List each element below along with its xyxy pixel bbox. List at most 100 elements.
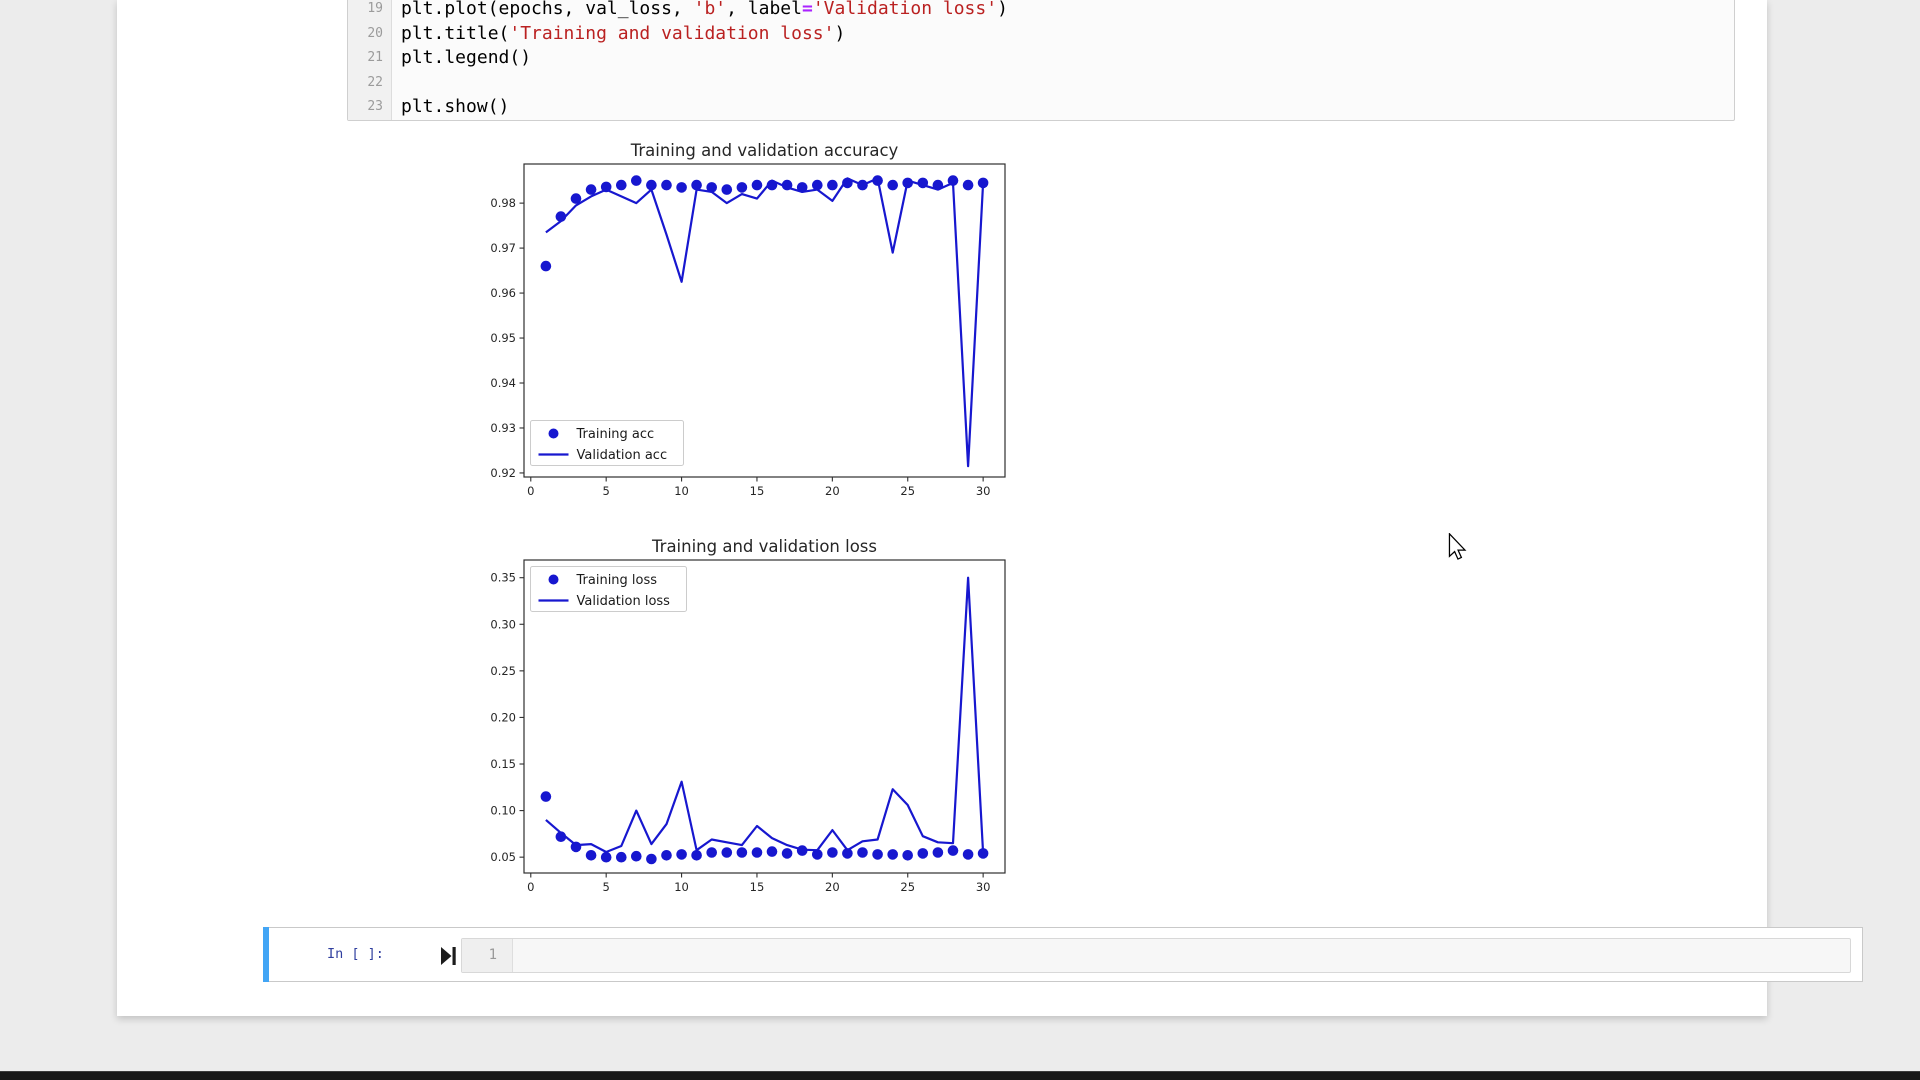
training-scatter-point [782,848,793,859]
y-tick-label: 0.95 [490,331,516,345]
empty-cell-code-input[interactable]: 1 [461,938,1851,973]
training-scatter-point [616,852,627,863]
code-token: plt.plot(epochs, val_loss, [401,0,694,19]
training-scatter-point [661,180,672,191]
training-scatter-point [661,850,672,861]
x-tick-label: 30 [976,484,991,498]
x-tick-label: 30 [976,880,991,894]
accuracy-chart: Training and validation accuracy05101520… [467,134,1027,516]
chart-title: Training and validation accuracy [630,141,899,160]
training-scatter-point [767,846,778,857]
training-scatter-point [737,182,748,193]
x-tick-label: 5 [603,880,610,894]
x-tick-label: 0 [527,484,534,498]
training-scatter-point [691,850,702,861]
x-tick-label: 15 [750,880,765,894]
code-line[interactable]: plt.show() [392,95,1734,120]
code-line[interactable]: plt.legend() [392,46,1734,71]
training-scatter-point [616,180,627,191]
x-tick-label: 25 [900,484,915,498]
notebook-panel: 1920212223 plt.plot(epochs, val_loss, 'b… [117,0,1767,1016]
line-number: 23 [348,95,391,120]
cell-input-prompt: In [ ]: [327,928,384,981]
y-tick-label: 0.93 [490,421,516,435]
code-token: 'Validation loss' [813,0,997,19]
line-number: 22 [348,71,391,96]
y-tick-label: 0.97 [490,241,516,255]
y-tick-label: 0.15 [490,757,516,771]
legend-dot-marker [549,429,559,439]
training-scatter-point [601,852,612,863]
training-scatter-point [586,850,597,861]
code-token: 'b' [694,0,727,19]
training-scatter-point [631,851,642,862]
loss-chart: Training and validation loss 0 5 10 15 20 25 30… [467,528,1027,910]
x-tick-label: 0 [527,880,534,894]
mouse-cursor [1448,533,1467,560]
line-number: 20 [348,22,391,47]
y-tick-label: 0.10 [490,804,516,818]
code-line[interactable]: plt.title('Training and validation loss'… [392,22,1734,47]
training-scatter-point [857,847,868,858]
line-number: 19 [348,0,391,22]
training-scatter-point [586,184,597,195]
training-scatter-point [887,180,898,191]
code-line[interactable]: plt.plot(epochs, val_loss, 'b', label='V… [392,0,1734,22]
empty-code-cell[interactable]: In [ ]: 1 [263,927,1863,982]
desktop: { "colors": { "accent_blue_bar": "#42a5f… [0,0,1920,1080]
y-tick-label: 0.05 [490,850,516,864]
code-token: plt.legend() [401,47,531,68]
line-number: 21 [348,46,391,71]
code-column[interactable]: plt.plot(epochs, val_loss, 'b', label='V… [392,0,1734,120]
code-token: 'Training and validation loss' [509,23,834,44]
y-tick-label: 0.25 [490,664,516,678]
taskbar-edge [0,1071,1920,1080]
training-scatter-point [646,854,657,865]
code-token: ) [834,23,845,44]
training-scatter-point [827,180,838,191]
y-tick-label: 0.20 [490,710,516,724]
training-scatter-point [752,847,763,858]
y-tick-label: 0.94 [490,376,516,390]
training-scatter-point [541,261,552,272]
training-scatter-point [963,180,974,191]
training-scatter-point [933,847,944,858]
training-scatter-point [948,845,959,856]
training-scatter-point [676,849,687,860]
training-scatter-point [902,850,913,861]
legend-label: Validation loss [577,594,671,609]
x-tick-label: 15 [750,484,765,498]
chart-title: Training and validation loss [651,537,877,556]
code-token: plt.title( [401,23,509,44]
y-tick-label: 0.35 [490,571,516,585]
legend-label: Validation acc [577,448,668,463]
training-scatter-point [676,182,687,193]
training-scatter-point [752,180,763,191]
selected-cell-indicator [263,927,269,982]
code-token: = [802,0,813,19]
y-tick-label: 0.98 [490,196,516,210]
x-tick-label: 20 [825,880,840,894]
code-token: ) [997,0,1008,19]
training-scatter-point [918,848,929,859]
code-token: plt.show() [401,96,509,117]
code-cell-editor[interactable]: 1920212223 plt.plot(epochs, val_loss, 'b… [347,0,1735,121]
legend-dot-marker [549,575,559,585]
x-tick-label: 10 [674,880,689,894]
code-token: , label [726,0,802,19]
x-tick-label: 10 [674,484,689,498]
training-scatter-point [827,847,838,858]
x-tick-label: 25 [900,880,915,894]
step-forward-icon[interactable] [441,947,457,965]
y-tick-label: 0.96 [490,286,516,300]
y-tick-label: 0.30 [490,617,516,631]
x-tick-label: 5 [603,484,610,498]
line-number-column: 1920212223 [348,0,391,120]
legend-label: Training loss [576,573,658,588]
training-scatter-point [722,847,733,858]
y-tick-label: 0.92 [490,466,516,480]
training-scatter-point [963,849,974,860]
training-scatter-point [722,184,733,195]
code-line[interactable] [392,71,1734,96]
empty-cell-line-number: 1 [462,939,512,972]
